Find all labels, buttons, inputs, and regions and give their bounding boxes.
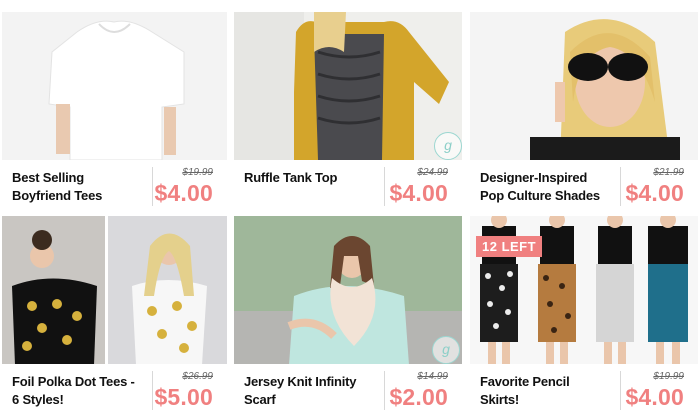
- sale-price: $4.00: [625, 384, 684, 410]
- product-image-ruffle-tank[interactable]: g: [234, 12, 462, 160]
- product-info: Ruffle Tank Top $24.99 $4.00: [234, 160, 462, 212]
- product-info: Designer-Inspired Pop Culture Shades $21…: [470, 160, 698, 212]
- product-title[interactable]: Best Selling Boyfriend Tees: [12, 169, 142, 205]
- product-card-ruffle-tank[interactable]: g Ruffle Tank Top $24.99 $4.00: [234, 12, 462, 212]
- product-title[interactable]: Favorite Pencil Skirts!: [480, 373, 610, 409]
- product-card-shades[interactable]: Designer-Inspired Pop Culture Shades $21…: [470, 12, 698, 212]
- product-image-polka-dot-tees[interactable]: [2, 216, 227, 365]
- sale-price: $4.00: [625, 180, 684, 206]
- divider: [620, 371, 621, 410]
- product-title[interactable]: Foil Polka Dot Tees - 6 Styles!: [12, 373, 142, 409]
- product-image-white-tee[interactable]: [2, 12, 227, 160]
- product-card-infinity-scarf[interactable]: g Jersey Knit Infinity Scarf $14.99 $2.0…: [234, 216, 462, 416]
- sale-price: $4.00: [154, 180, 213, 206]
- product-image-scarf[interactable]: g: [234, 216, 462, 365]
- original-price: $19.99: [182, 167, 213, 178]
- watermark-logo-icon: g: [434, 132, 462, 160]
- original-price: $21.99: [653, 167, 684, 178]
- product-card-polka-dot-tees[interactable]: Foil Polka Dot Tees - 6 Styles! $26.99 $…: [2, 216, 227, 416]
- original-price: $14.99: [417, 371, 448, 382]
- divider: [152, 371, 153, 410]
- sale-price: $2.00: [389, 384, 448, 410]
- sale-price: $5.00: [154, 384, 213, 410]
- product-info: Foil Polka Dot Tees - 6 Styles! $26.99 $…: [2, 364, 227, 416]
- divider: [152, 167, 153, 206]
- divider: [384, 167, 385, 206]
- product-card-boyfriend-tees[interactable]: Best Selling Boyfriend Tees $19.99 $4.00: [2, 12, 227, 212]
- product-card-pencil-skirts[interactable]: 12 LEFT Favorite Pencil Skirts! $19.99 $…: [470, 216, 698, 416]
- sale-price: $4.00: [389, 180, 448, 206]
- original-price: $26.99: [182, 371, 213, 382]
- product-title[interactable]: Jersey Knit Infinity Scarf: [244, 373, 374, 409]
- original-price: $24.99: [417, 167, 448, 178]
- product-title[interactable]: Ruffle Tank Top: [244, 169, 374, 187]
- divider: [384, 371, 385, 410]
- product-title[interactable]: Designer-Inspired Pop Culture Shades: [480, 169, 610, 205]
- original-price: $19.99: [653, 371, 684, 382]
- product-info: Best Selling Boyfriend Tees $19.99 $4.00: [2, 160, 227, 212]
- product-image-sunglasses[interactable]: [470, 12, 698, 160]
- product-info: Favorite Pencil Skirts! $19.99 $4.00: [470, 364, 698, 416]
- divider: [620, 167, 621, 206]
- watermark-logo-icon: g: [432, 336, 460, 364]
- stock-badge: 12 LEFT: [476, 236, 543, 257]
- product-info: Jersey Knit Infinity Scarf $14.99 $2.00: [234, 364, 462, 416]
